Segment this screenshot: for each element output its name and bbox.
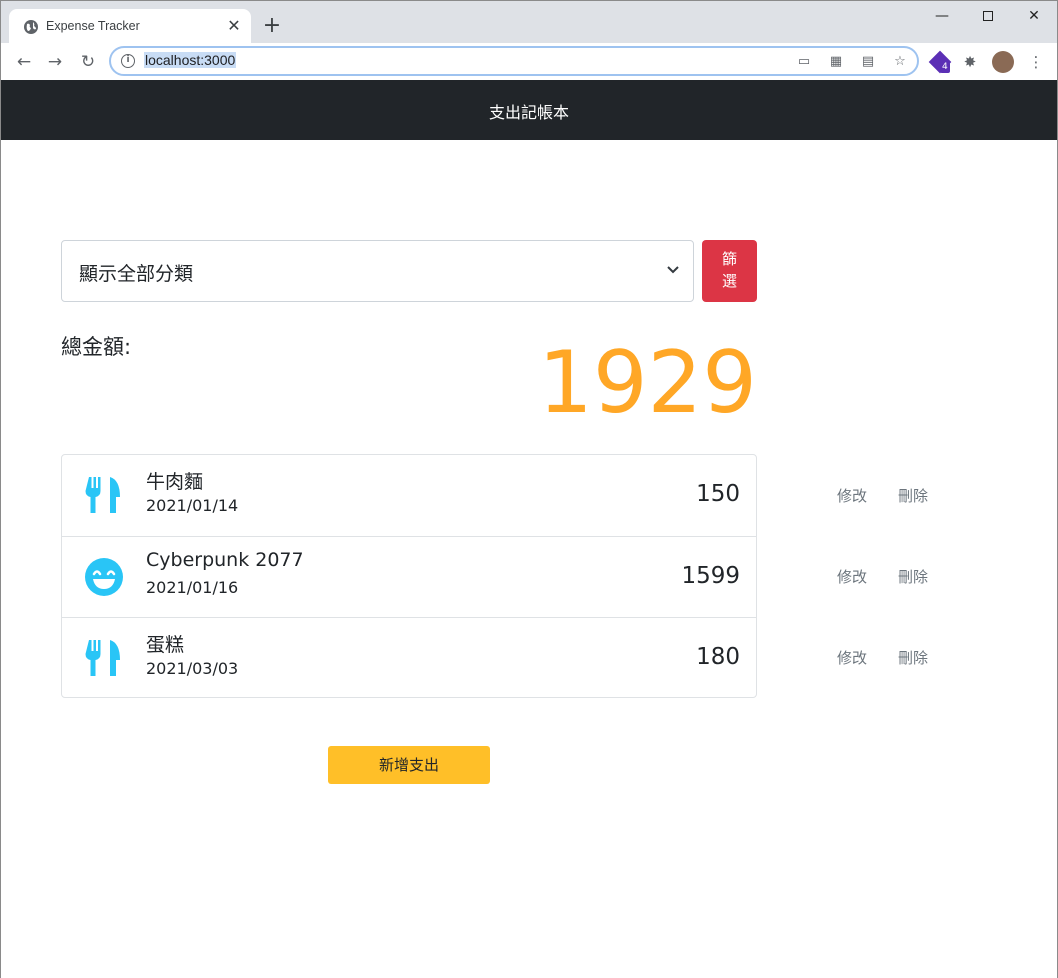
puzzle-icon[interactable]: ✸ bbox=[959, 51, 981, 73]
browser-toolbar: ← → ↻ i localhost:3000 ▭ ▦ ▤ ☆ 4 ✸ ⋮ bbox=[0, 43, 1058, 80]
browser-tab[interactable]: Expense Tracker ✕ bbox=[9, 9, 251, 44]
minimize-button[interactable]: — bbox=[919, 1, 965, 31]
edit-link[interactable]: 修改 bbox=[837, 485, 867, 506]
edit-link[interactable]: 修改 bbox=[837, 647, 867, 668]
forward-button[interactable]: → bbox=[42, 49, 68, 75]
app-brand[interactable]: 支出記帳本 bbox=[1, 99, 1057, 123]
extension-badge: 4 bbox=[940, 62, 950, 73]
record-name: Cyberpunk 2077 bbox=[146, 549, 304, 571]
maximize-button[interactable] bbox=[965, 1, 1011, 31]
address-bar[interactable]: i localhost:3000 ▭ ▦ ▤ ☆ bbox=[109, 46, 919, 76]
qr-code-icon[interactable]: ▦ bbox=[827, 53, 845, 71]
list-item: Cyberpunk 2077 2021/01/16 1599 bbox=[62, 536, 756, 617]
delete-link[interactable]: 刪除 bbox=[898, 566, 928, 587]
cast-icon[interactable]: ▭ bbox=[795, 53, 813, 71]
total-label: 總金額: bbox=[61, 335, 132, 359]
filter-button[interactable]: 篩選 bbox=[702, 240, 757, 302]
app-navbar: 支出記帳本 bbox=[1, 80, 1057, 140]
close-tab-icon[interactable]: ✕ bbox=[225, 17, 243, 35]
utensils-icon bbox=[85, 477, 120, 513]
category-select-value: 顯示全部分類 bbox=[79, 263, 194, 285]
new-tab-button[interactable]: + bbox=[259, 14, 285, 40]
bookmark-star-icon[interactable]: ☆ bbox=[891, 53, 909, 71]
expense-list: 牛肉麵 2021/01/14 150 Cyberpunk 2077 2021/0… bbox=[61, 454, 757, 698]
record-date: 2021/01/14 bbox=[146, 496, 239, 515]
tab-title: Expense Tracker bbox=[46, 19, 140, 33]
edit-link[interactable]: 修改 bbox=[837, 566, 867, 587]
record-amount: 180 bbox=[696, 644, 740, 670]
list-item: 牛肉麵 2021/01/14 150 bbox=[62, 455, 756, 536]
browser-tab-strip: Expense Tracker ✕ + — ✕ bbox=[0, 0, 1058, 44]
delete-link[interactable]: 刪除 bbox=[898, 485, 928, 506]
delete-link[interactable]: 刪除 bbox=[898, 647, 928, 668]
total-amount: 1929 bbox=[538, 333, 757, 433]
url-text[interactable]: localhost:3000 bbox=[144, 52, 237, 68]
record-amount: 150 bbox=[696, 481, 740, 507]
reload-button[interactable]: ↻ bbox=[75, 49, 101, 75]
add-expense-button[interactable]: 新增支出 bbox=[328, 746, 490, 784]
globe-icon bbox=[24, 20, 38, 34]
list-item: 蛋糕 2021/03/03 180 bbox=[62, 617, 756, 698]
record-date: 2021/03/03 bbox=[146, 659, 239, 678]
record-date: 2021/01/16 bbox=[146, 578, 239, 597]
category-select[interactable]: 顯示全部分類 bbox=[61, 240, 694, 302]
extension-icon[interactable]: 4 bbox=[928, 50, 952, 74]
translate-icon[interactable]: ▤ bbox=[859, 53, 877, 71]
menu-kebab-icon[interactable]: ⋮ bbox=[1025, 51, 1047, 73]
info-icon[interactable]: i bbox=[121, 54, 135, 68]
record-amount: 1599 bbox=[681, 563, 740, 589]
avatar[interactable] bbox=[992, 51, 1014, 73]
grin-icon bbox=[85, 558, 123, 596]
close-window-button[interactable]: ✕ bbox=[1011, 1, 1057, 31]
utensils-icon bbox=[85, 640, 120, 676]
window-border bbox=[0, 80, 1, 978]
record-name: 蛋糕 bbox=[146, 634, 185, 656]
chevron-down-icon bbox=[667, 266, 679, 274]
record-name: 牛肉麵 bbox=[146, 471, 204, 493]
back-button[interactable]: ← bbox=[11, 49, 37, 75]
